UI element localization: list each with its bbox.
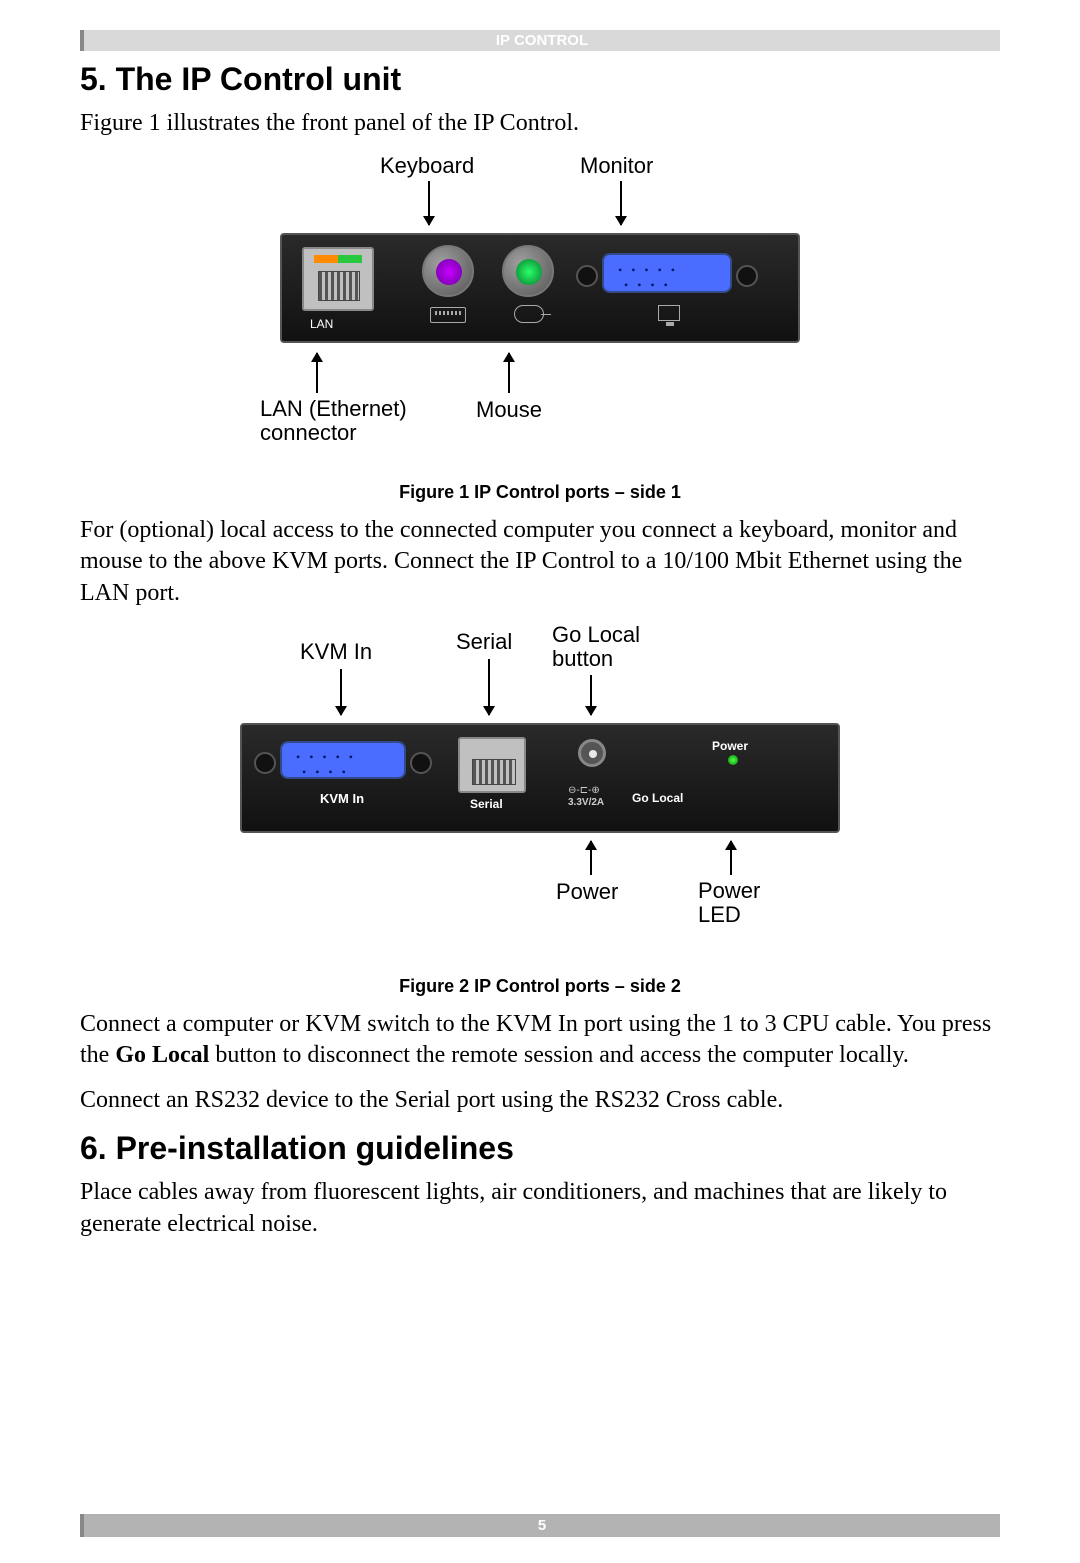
figure-1: Keyboard Monitor LAN • • • • • • • • • L… xyxy=(260,153,820,473)
device-front-panel-side2: • • • • • • • • • KVM In Serial Go Local… xyxy=(240,723,840,833)
arrow-power-icon xyxy=(590,841,592,875)
heading-section-5: 5. The IP Control unit xyxy=(80,61,1000,98)
serial-device-label: Serial xyxy=(470,797,503,811)
power-text: Power xyxy=(712,739,748,753)
arrow-golocal-icon xyxy=(590,675,592,715)
arrow-keyboard-icon xyxy=(428,181,430,225)
vga-pins: • • • • • • • • • xyxy=(618,263,678,293)
device-front-panel-side1: LAN • • • • • • • • • xyxy=(280,233,800,343)
paragraph-guidelines: Place cables away from fluorescent light… xyxy=(80,1177,1000,1239)
label-lan-ethernet: LAN (Ethernet) connector xyxy=(260,397,440,445)
label-power-led: Power LED xyxy=(698,879,778,927)
label-keyboard: Keyboard xyxy=(380,153,474,179)
lan-port-label: LAN xyxy=(310,317,333,331)
figure-2-wrap: KVM In Serial Go Local button • • • • • … xyxy=(80,623,1000,997)
dc-symbol: ⊖-⊏-⊕ xyxy=(568,785,600,796)
heading-section-6: 6. Pre-installation guidelines xyxy=(80,1130,1000,1167)
kvm-in-port-icon: • • • • • • • • • xyxy=(280,741,406,779)
label-serial: Serial xyxy=(456,629,512,655)
monitor-small-icon xyxy=(658,305,680,321)
label-monitor: Monitor xyxy=(580,153,653,179)
label-kvm-in: KVM In xyxy=(300,639,372,665)
keyboard-port-icon xyxy=(422,245,474,297)
arrow-power-led-icon xyxy=(730,841,732,875)
page-number: 5 xyxy=(538,1517,546,1534)
dc-voltage-label: 3.3V/2A xyxy=(568,797,604,808)
page-header-bar: IP CONTROL xyxy=(80,30,1000,51)
label-mouse: Mouse xyxy=(476,397,542,423)
mouse-port-icon xyxy=(502,245,554,297)
paragraph-local-access: For (optional) local access to the conne… xyxy=(80,515,1000,609)
arrow-serial-icon xyxy=(488,659,490,715)
page-footer-bar: 5 xyxy=(80,1514,1000,1537)
figure-2: KVM In Serial Go Local button • • • • • … xyxy=(240,623,840,953)
figure-2-caption: Figure 2 IP Control ports – side 2 xyxy=(80,976,1000,997)
figure-1-wrap: Keyboard Monitor LAN • • • • • • • • • L… xyxy=(80,153,1000,503)
paragraph-fig1-intro: Figure 1 illustrates the front panel of … xyxy=(80,108,1000,139)
keyboard-small-icon xyxy=(430,307,466,323)
paragraph-kvm-connect: Connect a computer or KVM switch to the … xyxy=(80,1009,1000,1071)
arrow-monitor-icon xyxy=(620,181,622,225)
label-power: Power xyxy=(556,879,618,905)
vga-port-icon: • • • • • • • • • xyxy=(602,253,732,293)
p3-go-local-bold: Go Local xyxy=(115,1042,209,1068)
page-content: 5. The IP Control unit Figure 1 illustra… xyxy=(80,51,1000,1240)
arrow-mouse-icon xyxy=(508,353,510,393)
arrow-lan-icon xyxy=(316,353,318,393)
kvm-pins: • • • • • • • • • xyxy=(296,750,356,780)
paragraph-rs232: Connect an RS232 device to the Serial po… xyxy=(80,1085,1000,1116)
go-local-device-label: Go Local xyxy=(632,791,683,805)
figure-1-caption: Figure 1 IP Control ports – side 1 xyxy=(80,482,1000,503)
arrow-kvm-icon xyxy=(340,669,342,715)
mouse-small-icon xyxy=(514,305,544,323)
p3-part-c: button to disconnect the remote session … xyxy=(209,1042,909,1068)
serial-port-icon xyxy=(458,737,526,793)
kvm-in-device-label: KVM In xyxy=(320,791,364,806)
header-title: IP CONTROL xyxy=(496,32,588,49)
go-local-button-icon xyxy=(578,739,606,767)
lan-port-icon xyxy=(302,247,374,311)
power-led-icon xyxy=(728,755,738,765)
label-go-local: Go Local button xyxy=(552,623,662,671)
